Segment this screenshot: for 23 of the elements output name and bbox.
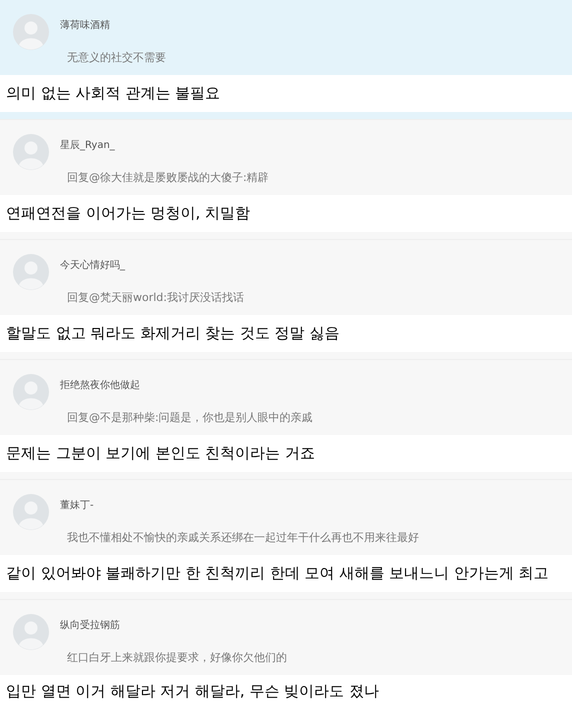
subtitle-caption: 입만 열면 이거 해달라 저거 해달라, 무슨 빚이라도 졌나: [6, 680, 379, 702]
username[interactable]: 今天心情好吗_: [60, 258, 244, 273]
comment-text: 红口白牙上来就跟你提要求，好像你欠他们的: [67, 650, 287, 666]
username[interactable]: 薄荷味酒精: [60, 18, 166, 33]
comment-text: 回复@梵天丽world:我讨厌没话找话: [67, 290, 244, 306]
subtitle-caption: 의미 없는 사회적 관계는 불필요: [6, 82, 220, 104]
username[interactable]: 董妹丁-: [60, 498, 419, 513]
avatar-icon: [13, 494, 49, 530]
username[interactable]: 纵向受拉钢筋: [60, 618, 287, 633]
comment-text: 无意义的社交不需要: [67, 50, 166, 66]
avatar-icon: [13, 374, 49, 410]
subtitle-caption: 할말도 없고 뭐라도 화제거리 찾는 것도 정말 싫음: [6, 322, 340, 344]
avatar-icon: [13, 134, 49, 170]
comment-text: 我也不懂相处不愉快的亲戚关系还绑在一起过年干什么再也不用来往最好: [67, 530, 419, 546]
subtitle-caption: 같이 있어봐야 불쾌하기만 한 친척끼리 한데 모여 새해를 보내느니 안가는게 최고: [6, 562, 549, 584]
comment-text: 回复@徐大佳就是屡败屡战的大傻子:精辟: [67, 170, 269, 186]
username[interactable]: 星辰_Ryan_: [60, 138, 269, 153]
comment-text: 回复@不是那种柴:问题是，你也是别人眼中的亲戚: [67, 410, 313, 426]
avatar-icon: [13, 254, 49, 290]
subtitle-caption: 연패연전을 이어가는 멍청이, 치밀함: [6, 202, 250, 224]
subtitle-caption: 문제는 그분이 보기에 본인도 친척이라는 거죠: [6, 442, 315, 464]
username[interactable]: 拒绝熬夜你他做起: [60, 378, 313, 393]
avatar-icon: [13, 614, 49, 650]
